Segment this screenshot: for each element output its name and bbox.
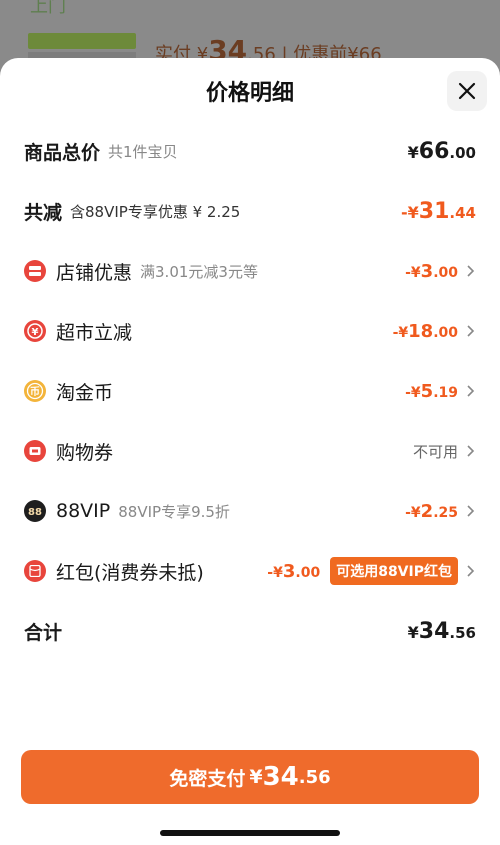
pay-button-label: 免密支付 <box>169 767 246 790</box>
total-reduce-amount: -¥31.44 <box>401 198 476 224</box>
price-detail-sheet: 价格明细 商品总价 共1件宝贝 ¥66.00 共减 含88VIP专享优惠 ¥ 2… <box>0 58 500 845</box>
chevron-right-icon <box>467 445 475 457</box>
gold-coin-icon: 币 <box>24 380 46 402</box>
total-reduce-row: 共减 含88VIP专享优惠 ¥ 2.25 -¥31.44 <box>24 193 476 229</box>
chevron-right-icon <box>467 565 475 577</box>
chevron-right-icon <box>467 325 475 337</box>
red-packet-label: 红包(消费券未抵) <box>56 561 204 584</box>
background-top-text: 上门 <box>30 0 66 17</box>
yen-discount-icon: ¥ <box>24 320 46 342</box>
supermarket-discount-row[interactable]: ¥ 超市立减 -¥18.00 <box>24 313 476 349</box>
close-button[interactable] <box>447 71 487 111</box>
vip88-sub: 88VIP专享9.5折 <box>118 502 230 521</box>
pay-currency: ¥ <box>249 766 263 788</box>
pay-amount-dec: .56 <box>298 766 331 788</box>
sum-label: 合计 <box>24 621 63 644</box>
shop-coupon-icon <box>24 260 46 282</box>
gold-coin-amount: -¥5.19 <box>405 380 458 402</box>
red-packet-amount: -¥3.00 <box>267 560 321 582</box>
voucher-icon <box>24 440 46 462</box>
vip88-label: 88VIP <box>56 500 111 522</box>
goods-total-row: 商品总价 共1件宝贝 ¥66.00 <box>24 133 476 169</box>
shop-discount-sub: 满3.01元减3元等 <box>140 262 258 281</box>
sum-amount: ¥34.56 <box>407 618 476 644</box>
red-packet-row[interactable]: 红包(消费券未抵) -¥3.00 可选用88VIP红包 <box>24 553 476 589</box>
home-indicator[interactable] <box>160 830 340 836</box>
gold-coin-row[interactable]: 币 淘金币 -¥5.19 <box>24 373 476 409</box>
vip88-icon: 88 <box>24 500 46 522</box>
supermarket-discount-amount: -¥18.00 <box>392 320 458 342</box>
password-free-pay-button[interactable]: 免密支付 ¥34.56 <box>21 750 479 804</box>
vip88-row[interactable]: 88 88VIP 88VIP专享9.5折 -¥2.25 <box>24 493 476 529</box>
supermarket-discount-label: 超市立减 <box>56 321 133 344</box>
svg-text:88: 88 <box>28 507 42 518</box>
shopping-voucher-row[interactable]: 购物券 不可用 <box>24 433 476 469</box>
gold-coin-label: 淘金币 <box>56 381 114 404</box>
shopping-voucher-label: 购物券 <box>56 441 114 464</box>
svg-text:¥: ¥ <box>32 327 39 338</box>
sum-row: 合计 ¥34.56 <box>24 613 476 649</box>
pay-amount-int: 34 <box>262 762 299 792</box>
svg-text:币: 币 <box>30 386 40 398</box>
shop-discount-row[interactable]: 店铺优惠 满3.01元减3元等 -¥3.00 <box>24 253 476 289</box>
chevron-right-icon <box>467 265 475 277</box>
voucher-status: 不可用 <box>412 442 458 461</box>
total-reduce-label: 共减 <box>24 201 63 224</box>
goods-total-amount: ¥66.00 <box>407 138 476 164</box>
chevron-right-icon <box>467 505 475 517</box>
shop-discount-amount: -¥3.00 <box>405 260 458 282</box>
vip88-amount: -¥2.25 <box>405 500 458 522</box>
background-banner <box>28 33 136 49</box>
select-vip-red-packet-button[interactable]: 可选用88VIP红包 <box>330 557 458 585</box>
goods-total-label: 商品总价 <box>24 141 101 164</box>
goods-count: 共1件宝贝 <box>108 142 178 161</box>
chevron-right-icon <box>467 385 475 397</box>
red-packet-icon <box>24 560 46 582</box>
sheet-title: 价格明细 <box>205 81 294 106</box>
vip-discount-note: 含88VIP专享优惠 ¥ 2.25 <box>70 202 241 221</box>
close-icon <box>458 82 476 100</box>
shop-discount-label: 店铺优惠 <box>56 261 133 284</box>
